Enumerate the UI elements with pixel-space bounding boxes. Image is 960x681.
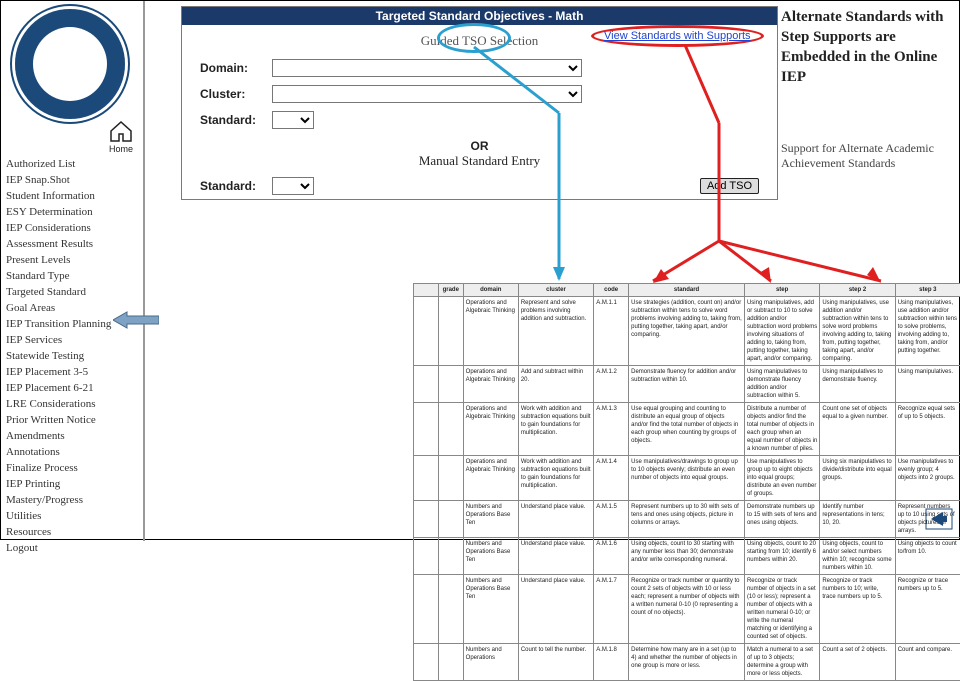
- standard-select[interactable]: [272, 111, 314, 129]
- nav-item-lre-considerations[interactable]: LRE Considerations: [6, 396, 141, 412]
- manual-subtitle: Manual Standard Entry: [182, 153, 777, 173]
- home-button[interactable]: Home: [107, 119, 135, 154]
- nav-item-assessment-results[interactable]: Assessment Results: [6, 236, 141, 252]
- or-label: OR: [182, 133, 777, 153]
- nav-item-iep-snap-shot[interactable]: IEP Snap.Shot: [6, 172, 141, 188]
- add-tso-button[interactable]: Add TSO: [700, 178, 759, 194]
- nav-item-resources[interactable]: Resources: [6, 524, 141, 540]
- standard-label-2: Standard:: [200, 179, 264, 193]
- standard-manual-select[interactable]: [272, 177, 314, 195]
- nav-item-amendments[interactable]: Amendments: [6, 428, 141, 444]
- home-label: Home: [107, 144, 135, 154]
- dept-logo: [15, 9, 125, 119]
- support-heading: Support for Alternate Academic Achieveme…: [781, 141, 956, 171]
- cluster-label: Cluster:: [200, 87, 264, 101]
- forward-arrow-button[interactable]: [925, 508, 953, 533]
- nav-item-iep-placement-3-5[interactable]: IEP Placement 3-5: [6, 364, 141, 380]
- nav-item-esy-determination[interactable]: ESY Determination: [6, 204, 141, 220]
- nav-item-iep-services[interactable]: IEP Services: [6, 332, 141, 348]
- nav-item-statewide-testing[interactable]: Statewide Testing: [6, 348, 141, 364]
- pointer-arrow-icon: [113, 311, 159, 332]
- view-standards-highlight: View Standards with Supports: [591, 25, 764, 47]
- standard-label: Standard:: [200, 113, 264, 127]
- nav-item-iep-placement-6-21[interactable]: IEP Placement 6-21: [6, 380, 141, 396]
- nav-item-authorized-list[interactable]: Authorized List: [6, 156, 141, 172]
- callout-text: Alternate Standards with Step Supports a…: [781, 7, 951, 87]
- nav-item-prior-written-notice[interactable]: Prior Written Notice: [6, 412, 141, 428]
- nav-item-targeted-standard[interactable]: Targeted Standard: [6, 284, 141, 300]
- domain-label: Domain:: [200, 61, 264, 75]
- nav-item-mastery-progress[interactable]: Mastery/Progress: [6, 492, 141, 508]
- nav-item-finalize-process[interactable]: Finalize Process: [6, 460, 141, 476]
- sidebar-nav: Authorized ListIEP Snap.ShotStudent Info…: [6, 156, 141, 556]
- nav-item-iep-printing[interactable]: IEP Printing: [6, 476, 141, 492]
- nav-item-utilities[interactable]: Utilities: [6, 508, 141, 524]
- domain-select[interactable]: [272, 59, 582, 77]
- standards-table: gradedomainclustercodestandardstepstep 2…: [413, 283, 960, 528]
- nav-item-standard-type[interactable]: Standard Type: [6, 268, 141, 284]
- nav-item-student-information[interactable]: Student Information: [6, 188, 141, 204]
- sidebar-divider: [143, 1, 145, 541]
- blue-highlight-circle: [437, 23, 511, 53]
- nav-item-logout[interactable]: Logout: [6, 540, 141, 556]
- nav-item-present-levels[interactable]: Present Levels: [6, 252, 141, 268]
- nav-item-iep-considerations[interactable]: IEP Considerations: [6, 220, 141, 236]
- cluster-select[interactable]: [272, 85, 582, 103]
- nav-item-annotations[interactable]: Annotations: [6, 444, 141, 460]
- view-standards-link[interactable]: View Standards with Supports: [604, 30, 751, 42]
